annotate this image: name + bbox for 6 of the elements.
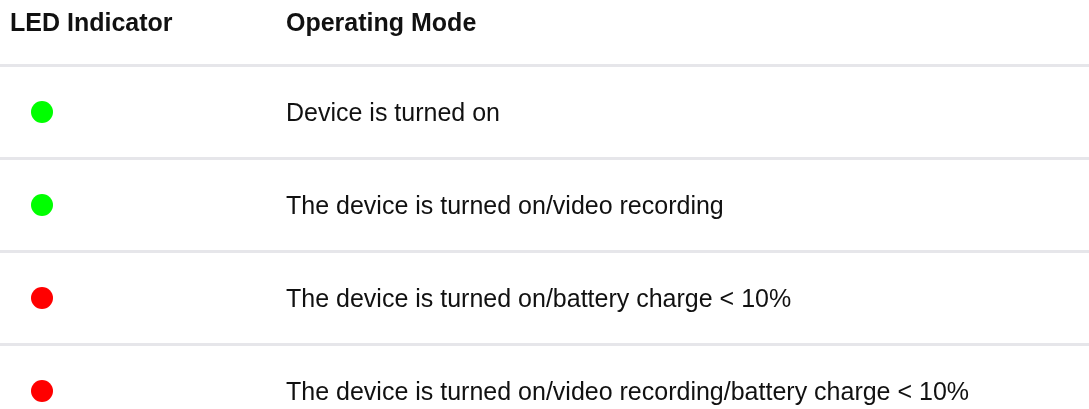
table-cell: The device is turned on/video recording/battery charge < 10% — [286, 376, 970, 406]
column-header: LED Indicator — [9, 8, 174, 37]
table-cell: The device is turned on/battery charge < 10% — [286, 283, 792, 313]
table-cell: Device is turned on — [286, 97, 500, 127]
table-cell: The device is turned on/video recording — [286, 190, 724, 220]
column-header: Operating Mode — [286, 8, 477, 37]
